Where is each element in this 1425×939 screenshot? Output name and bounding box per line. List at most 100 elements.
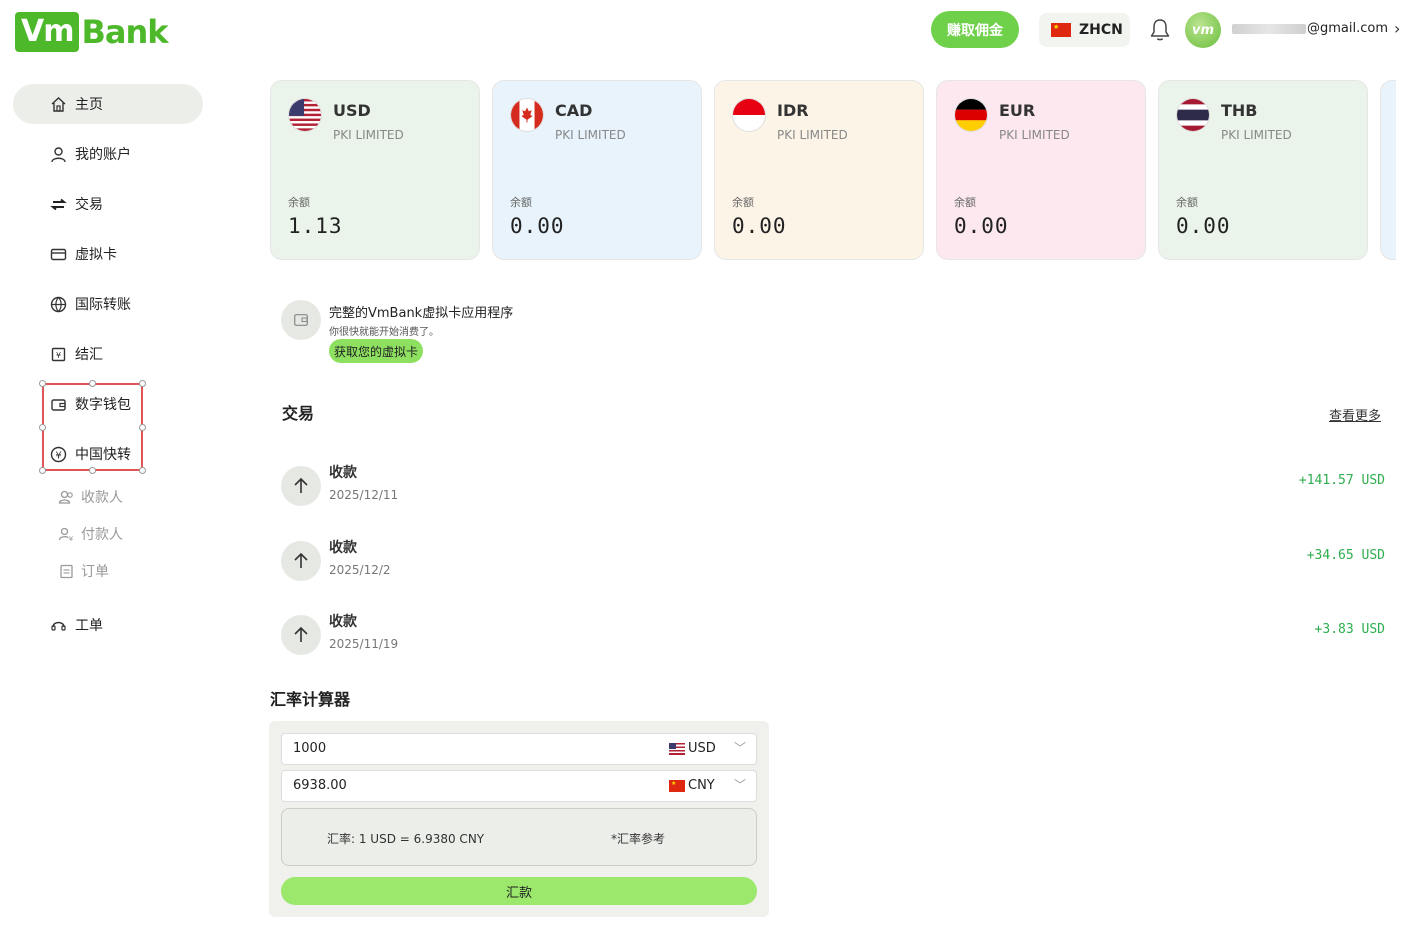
- selection-handle[interactable]: [89, 467, 96, 474]
- transaction-amount: +34.65 USD: [1306, 548, 1385, 563]
- card-holder-name: PKI LIMITED: [777, 128, 848, 142]
- transaction-row[interactable]: 收款 2025/12/11 +141.57 USD: [270, 455, 1396, 525]
- svg-text:¥: ¥: [69, 535, 74, 543]
- exchange-rate-text: 汇率: 1 USD = 6.9380 CNY: [327, 832, 485, 846]
- sidebar-item-exchange[interactable]: ¥ 结汇: [50, 342, 103, 366]
- arrow-up-icon: [281, 466, 321, 506]
- sidebar-item-label: 国际转账: [75, 297, 131, 313]
- transaction-amount: +141.57 USD: [1298, 473, 1385, 488]
- card-balance-value: 0.00: [1176, 214, 1231, 238]
- sidebar-subitem-label: 订单: [81, 564, 109, 580]
- to-amount-input[interactable]: 6938.00 CNY ﹀: [281, 770, 757, 802]
- card-balance-value: 0.00: [510, 214, 565, 238]
- selection-handle[interactable]: [39, 380, 46, 387]
- logo-text: Bank: [81, 13, 168, 51]
- from-currency-select[interactable]: USD: [669, 741, 716, 756]
- card-currency-code: USD: [333, 101, 371, 120]
- promo-subtitle: 你很快就能开始消费了。: [329, 327, 439, 338]
- currency-card-idr[interactable]: IDR PKI LIMITED 余额 0.00: [714, 80, 924, 260]
- card-holder-name: PKI LIMITED: [555, 128, 626, 142]
- transaction-title: 收款: [329, 540, 357, 556]
- currency-card-eur[interactable]: EUR PKI LIMITED 余额 0.00: [936, 80, 1146, 260]
- svg-text:¥: ¥: [56, 351, 61, 360]
- chevron-down-icon[interactable]: ﹀: [734, 776, 746, 793]
- language-switcher[interactable]: ZHCN: [1039, 13, 1130, 47]
- exchange-icon: ¥: [51, 347, 66, 361]
- to-currency-select[interactable]: CNY: [669, 778, 715, 793]
- selection-handle[interactable]: [139, 380, 146, 387]
- currency-card-usd[interactable]: USD PKI LIMITED 余额 1.13: [270, 80, 480, 260]
- card-currency-code: EUR: [999, 101, 1036, 120]
- card-balance-value: 0.00: [954, 214, 1009, 238]
- sidebar-item-transactions[interactable]: 交易: [50, 192, 103, 216]
- sidebar-item-tickets[interactable]: 工单: [50, 613, 103, 637]
- selection-handle[interactable]: [39, 424, 46, 431]
- from-amount-value: 1000: [293, 741, 327, 756]
- card-holder-name: PKI LIMITED: [1221, 128, 1292, 142]
- wallet-icon: [281, 300, 321, 340]
- canada-flag-icon: [510, 98, 544, 132]
- transaction-row[interactable]: 收款 2025/12/2 +34.65 USD: [270, 530, 1396, 600]
- sidebar-item-international-transfer[interactable]: 国际转账: [50, 292, 131, 316]
- currency-card-thb[interactable]: THB PKI LIMITED 余额 0.00: [1158, 80, 1368, 260]
- to-amount-value: 6938.00: [293, 778, 347, 793]
- view-more-link[interactable]: 查看更多: [1329, 405, 1381, 424]
- email-redacted: [1232, 23, 1306, 34]
- arrow-up-icon: [281, 541, 321, 581]
- email-suffix: @gmail.com: [1307, 21, 1389, 36]
- from-currency-label: USD: [688, 741, 716, 756]
- transaction-amount: +3.83 USD: [1314, 622, 1385, 637]
- sidebar-subitem-payer[interactable]: ¥ 付款人: [58, 523, 123, 545]
- transaction-title: 收款: [329, 465, 357, 481]
- sidebar-item-label: 主页: [75, 97, 103, 113]
- sidebar-subitem-label: 收款人: [81, 490, 123, 506]
- card-currency-code: IDR: [777, 101, 809, 120]
- selection-handle[interactable]: [139, 467, 146, 474]
- card-balance-label: 余额: [954, 196, 976, 209]
- get-virtual-card-button[interactable]: 获取您的虚拟卡: [329, 339, 424, 363]
- card-holder-name: PKI LIMITED: [999, 128, 1070, 142]
- sidebar-item-label: 交易: [75, 197, 103, 213]
- china-flag-icon: [1051, 23, 1071, 37]
- user-email[interactable]: @gmail.com: [1232, 21, 1388, 36]
- earn-commission-button[interactable]: 赚取佣金: [931, 11, 1019, 48]
- payee-icon: [58, 490, 73, 504]
- card-balance-value: 1.13: [288, 214, 343, 238]
- vmbank-logo[interactable]: Vm Bank: [15, 12, 169, 52]
- avatar[interactable]: vm: [1185, 12, 1221, 48]
- thailand-flag-icon: [1176, 98, 1210, 132]
- sidebar-item-label: 工单: [75, 618, 103, 634]
- transaction-date: 2025/11/19: [329, 637, 399, 651]
- promo-title: 完整的VmBank虚拟卡应用程序: [329, 306, 514, 321]
- selection-handle[interactable]: [139, 424, 146, 431]
- globe-icon: [50, 296, 67, 312]
- sidebar-subitem-orders[interactable]: 订单: [58, 560, 109, 582]
- selection-handle[interactable]: [89, 380, 96, 387]
- currency-card-partial[interactable]: [1380, 80, 1396, 260]
- sidebar-item-label: 我的账户: [75, 147, 131, 163]
- nav-active-highlight: [13, 84, 203, 124]
- usa-flag-icon: [669, 742, 685, 755]
- from-amount-input[interactable]: 1000 USD ﹀: [281, 733, 757, 765]
- transaction-date: 2025/12/2: [329, 563, 391, 577]
- sidebar-subitem-payee[interactable]: 收款人: [58, 486, 123, 508]
- transaction-row[interactable]: 收款 2025/11/19 +3.83 USD: [270, 604, 1396, 674]
- bell-icon[interactable]: [1148, 17, 1172, 43]
- selection-handle[interactable]: [39, 467, 46, 474]
- currency-card-cad[interactable]: CAD PKI LIMITED 余额 0.00: [492, 80, 702, 260]
- transfer-icon: [50, 198, 67, 210]
- sidebar-item-virtual-card[interactable]: 虚拟卡: [50, 242, 117, 266]
- payer-icon: ¥: [58, 527, 74, 543]
- to-currency-label: CNY: [688, 778, 715, 793]
- chevron-down-icon[interactable]: ﹀: [734, 739, 746, 756]
- home-icon: [51, 96, 66, 112]
- rate-info-box: 汇率: 1 USD = 6.9380 CNY *汇率参考: [281, 808, 757, 866]
- sidebar-item-home[interactable]: 主页: [50, 92, 103, 116]
- sidebar-item-my-account[interactable]: 我的账户: [50, 142, 131, 166]
- chevron-right-icon[interactable]: ›: [1394, 19, 1400, 38]
- sidebar-item-label: 结汇: [75, 347, 103, 363]
- indonesia-flag-icon: [732, 98, 766, 132]
- card-currency-code: CAD: [555, 101, 593, 120]
- card-holder-name: PKI LIMITED: [333, 128, 404, 142]
- remit-button[interactable]: 汇款: [281, 877, 757, 905]
